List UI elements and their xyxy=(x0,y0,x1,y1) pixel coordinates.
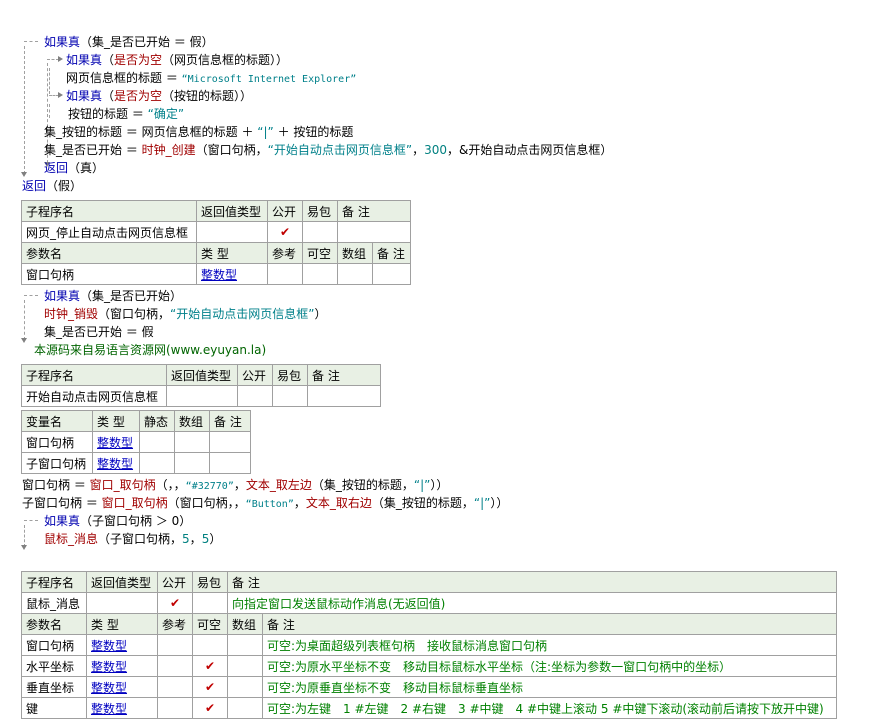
public-check-icon: ✔ xyxy=(157,592,193,614)
code-line-if-empty-title: 如果真（是否为空（网页信息框的标题）） xyxy=(66,53,289,67)
subroutine-table-mouse: 子程序名 返回值类型 公开 易包 备 注 鼠标_消息 ✔ 向指定窗口发送鼠标动作… xyxy=(21,571,837,614)
table-header-row: 子程序名 返回值类型 公开 易包 备 注 xyxy=(21,571,837,593)
nullable-check-icon xyxy=(192,634,228,656)
table-header-row: 变量名 类 型 静态 数组 备 注 xyxy=(21,410,251,432)
keyword-if: 如果真 xyxy=(44,35,81,49)
remark-cell: 可空:为原垂直坐标不变 移动目标鼠标垂直坐标 xyxy=(262,676,837,698)
code-line-concat-title: 集_按钮的标题 ＝ 网页信息框的标题 ＋ “|” ＋ 按钮的标题 xyxy=(44,125,354,139)
public-check-icon: ✔ xyxy=(267,221,303,243)
function-is-empty: 是否为空 xyxy=(114,89,163,103)
type-link[interactable]: 整数型 xyxy=(86,676,158,698)
function-text-left: 文本_取左边 xyxy=(245,478,312,492)
sub-name-cell[interactable]: 网页_停止自动点击网页信息框 xyxy=(21,221,197,243)
type-link[interactable]: 整数型 xyxy=(86,655,158,677)
function-mouse-message: 鼠标_消息 xyxy=(44,532,99,546)
header-sub-name: 子程序名 xyxy=(21,200,197,222)
string-literal: “|” xyxy=(473,496,491,510)
keyword-if: 如果真 xyxy=(66,89,103,103)
code-line-get-child-window: 子窗口句柄 ＝ 窗口_取句柄（窗口句柄，，“Button”，文本_取右边（集_按… xyxy=(22,496,509,510)
string-literal: “|” xyxy=(413,478,431,492)
param-table-stop: 参数名 类 型 参考 可空 数组 备 注 窗口句柄 整数型 xyxy=(21,242,411,285)
string-literal: “Microsoft Internet Explorer” xyxy=(181,74,357,85)
function-timer-create: 时钟_创建 xyxy=(141,143,196,157)
nullable-check-icon: ✔ xyxy=(192,697,228,719)
keyword-if: 如果真 xyxy=(44,289,81,303)
subroutine-table-stop: 子程序名 返回值类型 公开 易包 备 注 网页_停止自动点击网页信息框 ✔ xyxy=(21,200,411,243)
code-line-return-true: 返回（真） xyxy=(44,161,105,175)
function-get-handle: 窗口_取句柄 xyxy=(89,478,156,492)
code-line-destroy-timer: 时钟_销毁（窗口句柄，“开始自动点击网页信息框”） xyxy=(44,307,327,321)
table-header-row: 参数名 类 型 参考 可空 数组 备 注 xyxy=(21,613,837,635)
code-line-assign-title: 网页信息框的标题 ＝ “Microsoft Internet Explorer” xyxy=(66,71,357,85)
table-row[interactable]: 窗口句柄 整数型 xyxy=(21,431,251,453)
code-line-if-child-found: 如果真（子窗口句柄 ＞ 0） xyxy=(44,514,192,528)
source-comment: 本源码来自易语言资源网(www.eyuyan.la) xyxy=(34,343,267,357)
type-link[interactable]: 整数型 xyxy=(196,263,268,285)
header-easy-pack: 易包 xyxy=(302,200,338,222)
type-link[interactable]: 整数型 xyxy=(92,452,140,474)
sub-name-cell[interactable]: 开始自动点击网页信息框 xyxy=(21,385,167,407)
code-line-assign-button: 按钮的标题 ＝ “确定” xyxy=(68,107,185,121)
table-header-row: 参数名 类 型 参考 可空 数组 备 注 xyxy=(21,242,411,264)
code-line-reset-started: 集_是否已开始 ＝ 假 xyxy=(44,325,154,339)
param-table-mouse: 参数名 类 型 参考 可空 数组 备 注 窗口句柄 整数型 可空:为桌面超级列表… xyxy=(21,613,837,719)
keyword-return: 返回 xyxy=(22,179,47,193)
type-link[interactable]: 整数型 xyxy=(86,634,158,656)
table-row[interactable]: 水平坐标 整数型 ✔ 可空:为原水平坐标不变 移动目标鼠标水平坐标（注:坐标为参… xyxy=(21,655,837,677)
string-literal: “Button” xyxy=(245,499,294,510)
code-line-return-false: 返回（假） xyxy=(22,179,83,193)
variable-table: 变量名 类 型 静态 数组 备 注 窗口句柄 整数型 子窗口句柄 整数型 xyxy=(21,410,251,474)
code-line-if-empty-button: 如果真（是否为空（按钮的标题）） xyxy=(66,89,253,103)
subroutine-table-start: 子程序名 返回值类型 公开 易包 备 注 开始自动点击网页信息框 xyxy=(21,364,381,407)
table-row[interactable]: 网页_停止自动点击网页信息框 ✔ xyxy=(21,221,411,243)
type-link[interactable]: 整数型 xyxy=(86,697,158,719)
table-row[interactable]: 开始自动点击网页信息框 xyxy=(21,385,381,407)
remark-cell: 向指定窗口发送鼠标动作消息(无返回值) xyxy=(227,592,837,614)
table-row[interactable]: 鼠标_消息 ✔ 向指定窗口发送鼠标动作消息(无返回值) xyxy=(21,592,837,614)
string-literal: “开始自动点击网页信息框” xyxy=(267,143,413,157)
keyword-if: 如果真 xyxy=(44,514,81,528)
number-literal: 300 xyxy=(424,143,448,157)
table-row[interactable]: 垂直坐标 整数型 ✔ 可空:为原垂直坐标不变 移动目标鼠标垂直坐标 xyxy=(21,676,837,698)
function-is-empty: 是否为空 xyxy=(114,53,163,67)
remark-cell: 可空:为左键 1 #左键 2 #右键 3 #中键 4 #中键上滚动 5 #中键下… xyxy=(262,697,837,719)
string-literal: “开始自动点击网页信息框” xyxy=(170,307,315,321)
table-row[interactable]: 子窗口句柄 整数型 xyxy=(21,452,251,474)
table-row[interactable]: 窗口句柄 整数型 xyxy=(21,263,411,285)
table-row[interactable]: 键 整数型 ✔ 可空:为左键 1 #左键 2 #右键 3 #中键 4 #中键上滚… xyxy=(21,697,837,719)
string-literal: “|” xyxy=(257,125,274,139)
string-literal: “#32770” xyxy=(185,481,234,492)
table-header-row: 子程序名 返回值类型 公开 易包 备 注 xyxy=(21,364,381,386)
code-line-if-started: 如果真（集_是否已开始） xyxy=(44,289,183,303)
header-public: 公开 xyxy=(267,200,303,222)
nullable-check-icon: ✔ xyxy=(192,655,228,677)
sub-name-cell[interactable]: 鼠标_消息 xyxy=(21,592,87,614)
function-timer-destroy: 时钟_销毁 xyxy=(44,307,99,321)
code-line-get-window: 窗口句柄 ＝ 窗口_取句柄（，，“#32770”，文本_取左边（集_按钮的标题，… xyxy=(22,478,449,492)
header-remark: 备 注 xyxy=(337,200,411,222)
code-line-mouse-message: 鼠标_消息（子窗口句柄，5，5） xyxy=(44,532,222,546)
table-header-row: 子程序名 返回值类型 公开 易包 备 注 xyxy=(21,200,411,222)
header-return-type: 返回值类型 xyxy=(196,200,268,222)
code-line-if-not-started: 如果真（集_是否已开始 ＝ 假） xyxy=(44,33,214,50)
condition: （集_是否已开始 ＝ 假） xyxy=(80,35,214,49)
remark-cell: 可空:为原水平坐标不变 移动目标鼠标水平坐标（注:坐标为参数一窗口句柄中的坐标） xyxy=(262,655,837,677)
remark-cell: 可空:为桌面超级列表框句柄 接收鼠标消息窗口句柄 xyxy=(262,634,837,656)
type-link[interactable]: 整数型 xyxy=(92,431,140,453)
nullable-check-icon: ✔ xyxy=(192,676,228,698)
function-text-right: 文本_取右边 xyxy=(305,496,372,510)
keyword-return: 返回 xyxy=(44,161,69,175)
table-row[interactable]: 窗口句柄 整数型 可空:为桌面超级列表框句柄 接收鼠标消息窗口句柄 xyxy=(21,634,837,656)
keyword-if: 如果真 xyxy=(66,53,103,67)
string-literal: “确定” xyxy=(147,107,185,121)
code-line-create-timer: 集_是否已开始 ＝ 时钟_创建（窗口句柄，“开始自动点击网页信息框”，300，&… xyxy=(44,143,613,157)
function-get-handle: 窗口_取句柄 xyxy=(101,496,168,510)
